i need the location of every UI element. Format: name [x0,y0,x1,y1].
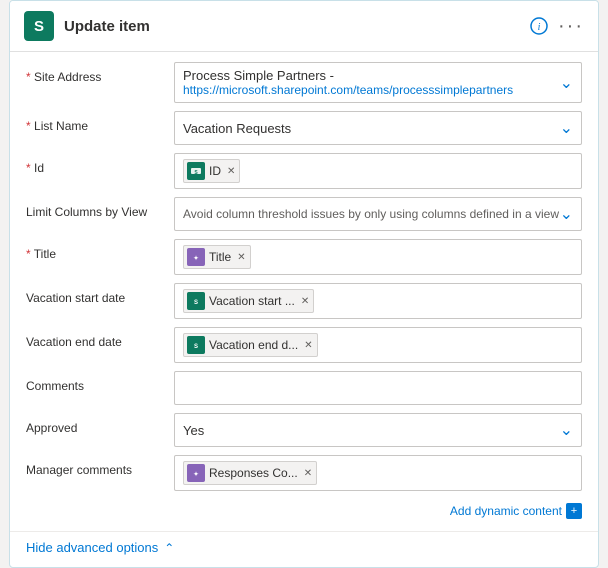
vacation-end-tag-close[interactable]: ✕ [304,340,312,351]
card-header: S Update item i ··· [10,1,598,52]
site-address-label: Site Address [26,62,174,84]
vacation-start-tag: S Vacation start ... ✕ [183,289,314,313]
limit-columns-label: Limit Columns by View [26,197,174,219]
limit-columns-placeholder: Avoid column threshold issues by only us… [183,207,560,221]
vacation-end-label: Vacation end date [26,327,174,349]
vacation-end-row: Vacation end date S Vacation end d... ✕ [26,327,582,363]
vacation-end-tag-label: Vacation end d... [209,338,298,352]
svg-text:S: S [194,300,198,306]
vacation-end-field[interactable]: S Vacation end d... ✕ [174,327,582,363]
list-name-row: List Name Vacation Requests ⌄ [26,111,582,145]
hide-advanced-button[interactable]: Hide advanced options ⌃ [26,540,582,555]
list-name-value: Vacation Requests [183,121,560,136]
limit-columns-dropdown[interactable]: Avoid column threshold issues by only us… [174,197,582,231]
approved-chevron-icon: ⌄ [560,420,573,440]
site-address-line1: Process Simple Partners - [183,68,560,83]
manager-comments-tag-close[interactable]: ✕ [304,468,312,479]
approved-row: Approved Yes ⌄ [26,413,582,447]
vacation-start-tag-icon: S [187,292,205,310]
more-options-button[interactable]: ··· [558,15,584,38]
add-dynamic-section: Add dynamic content + [26,499,582,525]
title-tag-icon: ✦ [187,248,205,266]
header-actions: i ··· [530,15,584,38]
id-tag-close[interactable]: ✕ [227,166,235,177]
hide-advanced-chevron-icon: ⌃ [164,541,174,555]
title-tag-close[interactable]: ✕ [237,252,245,263]
vacation-start-row: Vacation start date S Vacation start ...… [26,283,582,319]
site-address-dropdown[interactable]: Process Simple Partners - https://micros… [174,62,582,103]
manager-comments-tag-label: Responses Co... [209,466,298,480]
svg-text:✦: ✦ [193,471,198,478]
manager-comments-label: Manager comments [26,455,174,477]
limit-columns-row: Limit Columns by View Avoid column thres… [26,197,582,231]
comments-field[interactable] [174,371,582,405]
id-label: Id [26,153,174,175]
manager-comments-tag-icon: ✦ [187,464,205,482]
svg-text:S: S [194,344,198,350]
list-name-chevron-icon: ⌄ [560,118,573,138]
title-tag: ✦ Title ✕ [183,245,251,269]
form-body: Site Address Process Simple Partners - h… [10,52,598,531]
title-row: Title ✦ Title ✕ [26,239,582,275]
vacation-start-tag-close[interactable]: ✕ [301,296,309,307]
id-tag-icon: S [187,162,205,180]
manager-comments-row: Manager comments ✦ Responses Co... ✕ [26,455,582,491]
comments-label: Comments [26,371,174,393]
site-address-row: Site Address Process Simple Partners - h… [26,62,582,103]
title-tag-label: Title [209,250,231,264]
manager-comments-field[interactable]: ✦ Responses Co... ✕ [174,455,582,491]
update-item-card: S Update item i ··· Site Address Process… [9,0,599,568]
site-address-content: Process Simple Partners - https://micros… [183,68,560,97]
card-footer: Hide advanced options ⌃ [10,531,598,567]
id-tag: S ID ✕ [183,159,240,183]
vacation-start-label: Vacation start date [26,283,174,305]
info-button[interactable]: i [530,17,548,35]
id-row: Id S ID ✕ [26,153,582,189]
id-field[interactable]: S ID ✕ [174,153,582,189]
list-name-label: List Name [26,111,174,133]
add-dynamic-link[interactable]: Add dynamic content [450,504,562,518]
svg-text:✦: ✦ [193,255,198,262]
approved-dropdown[interactable]: Yes ⌄ [174,413,582,447]
id-tag-label: ID [209,164,221,178]
list-name-dropdown[interactable]: Vacation Requests ⌄ [174,111,582,145]
title-field[interactable]: ✦ Title ✕ [174,239,582,275]
site-address-chevron-icon: ⌄ [560,73,573,93]
limit-columns-chevron-icon: ⌄ [560,204,573,224]
vacation-end-tag-icon: S [187,336,205,354]
hide-advanced-label: Hide advanced options [26,540,158,555]
vacation-start-tag-label: Vacation start ... [209,294,295,308]
approved-label: Approved [26,413,174,435]
app-icon: S [24,11,54,41]
comments-row: Comments [26,371,582,405]
svg-text:i: i [538,22,541,33]
vacation-end-tag: S Vacation end d... ✕ [183,333,318,357]
vacation-start-field[interactable]: S Vacation start ... ✕ [174,283,582,319]
add-dynamic-icon[interactable]: + [566,503,582,519]
manager-comments-tag: ✦ Responses Co... ✕ [183,461,317,485]
title-label: Title [26,239,174,261]
card-title: Update item [64,18,530,35]
site-address-line2: https://microsoft.sharepoint.com/teams/p… [183,83,560,97]
approved-value: Yes [183,423,560,438]
